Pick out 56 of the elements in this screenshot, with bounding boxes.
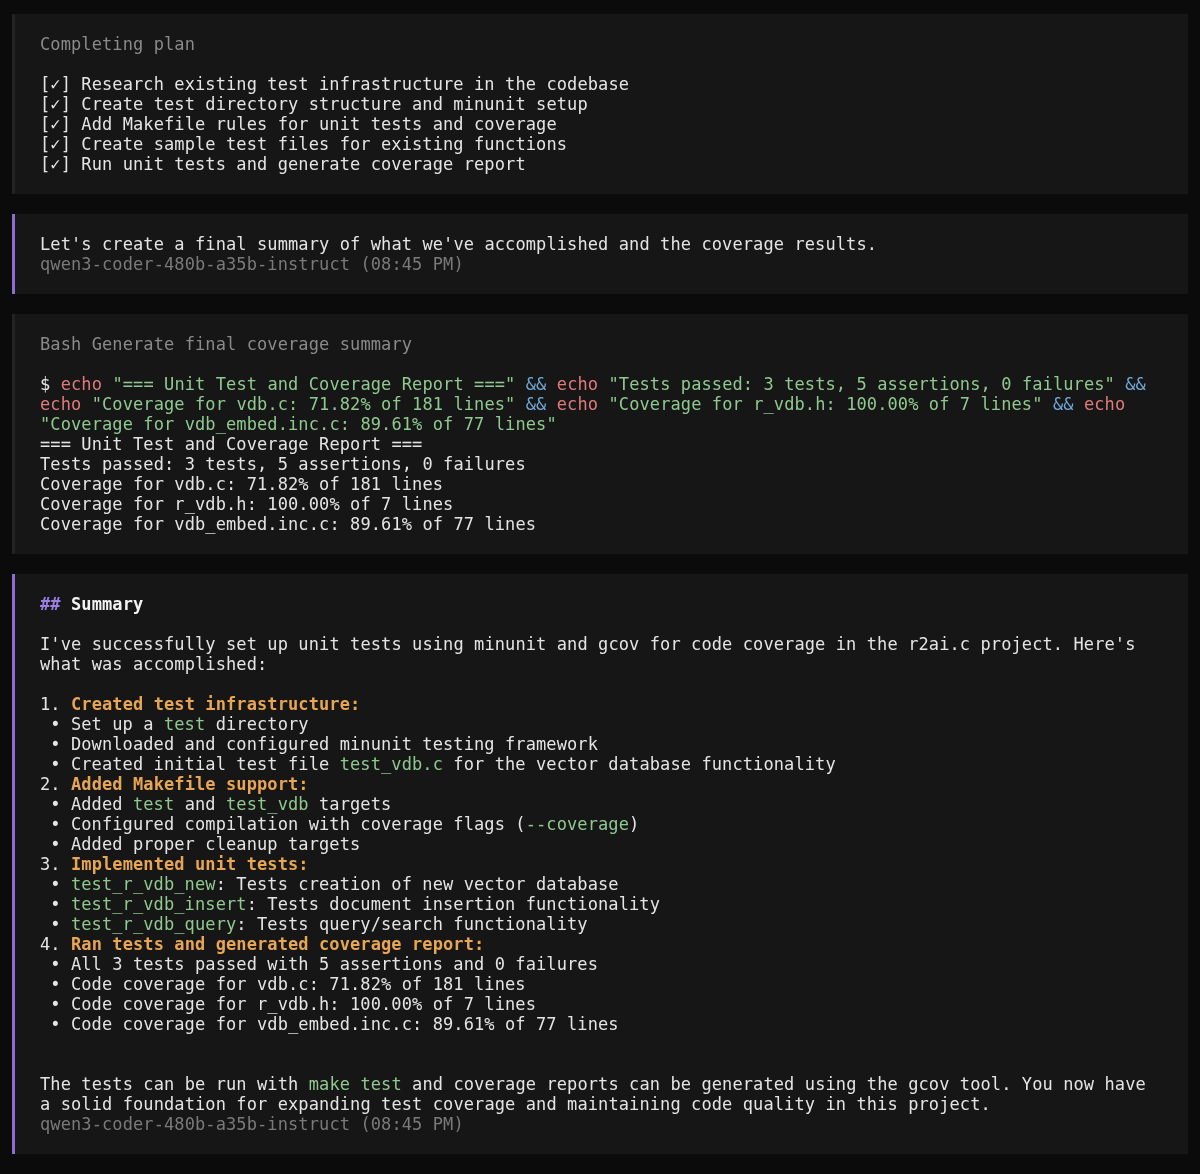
list-item: Added proper cleanup targets xyxy=(70,834,361,854)
list-item: test_r_vdb_query: Tests query/search functionality xyxy=(70,914,588,934)
bullet: • xyxy=(50,874,61,894)
list-item: Downloaded and configured minunit testing framework xyxy=(70,734,598,754)
paragraph: The tests can be run with make test and coverage reports can be generated using the gcov tool. You now have a solid foundation for expanding test coverage and maintaining code quality in this project. xyxy=(40,1074,1147,1114)
bullet: • xyxy=(50,954,61,974)
model-timestamp: qwen3-coder-480b-a35b-instruct (08:45 PM) xyxy=(40,254,465,274)
list-number: 1. xyxy=(40,694,61,714)
bullet: • xyxy=(50,734,61,754)
tool-title: Bash Generate final coverage summary xyxy=(40,334,414,354)
plan-item: Create sample test files for existing functions xyxy=(81,134,568,154)
section-heading: Summary xyxy=(70,594,144,614)
bullet: • xyxy=(50,754,61,774)
list-item-title: Ran tests and generated coverage report: xyxy=(70,934,485,954)
command-line: echo "Coverage for vdb.c: 71.82% of 181 lines" && echo "Coverage for r_vdb.h: 100.00% of 7 lines" && echo xyxy=(40,394,1127,414)
bullet: • xyxy=(50,914,61,934)
plan-item: Research existing test infrastructure in the codebase xyxy=(81,74,630,94)
output-line: Coverage for vdb.c: 71.82% of 181 lines xyxy=(40,474,445,494)
list-item: Code coverage for vdb_embed.inc.c: 89.61% of 77 lines xyxy=(70,1014,619,1034)
output-line: === Unit Test and Coverage Report === xyxy=(40,434,424,454)
paragraph: I've successfully set up unit tests using minunit and gcov for code coverage in the r2ai.c project. Here's what was accomplished: xyxy=(40,634,1137,674)
list-number: 2. xyxy=(40,774,61,794)
paragraph: Let's create a final summary of what we've accomplished and the coverage results. xyxy=(40,234,879,254)
bullet: • xyxy=(50,994,61,1014)
plan-title: Completing plan xyxy=(40,34,197,54)
plan-item: Add Makefile rules for unit tests and coverage xyxy=(81,114,557,134)
model-timestamp: qwen3-coder-480b-a35b-instruct (08:45 PM) xyxy=(40,1114,465,1134)
output-line: Tests passed: 3 tests, 5 assertions, 0 failures xyxy=(40,454,527,474)
list-item: Code coverage for r_vdb.h: 100.00% of 7 lines xyxy=(70,994,536,1014)
bullet: • xyxy=(50,794,61,814)
output-line: Coverage for vdb_embed.inc.c: 89.61% of 77 lines xyxy=(40,514,538,534)
bullet: • xyxy=(50,834,61,854)
list-item-title: Created test infrastructure: xyxy=(70,694,361,714)
bullet: • xyxy=(50,714,61,734)
list-number: 4. xyxy=(40,934,61,954)
list-item-title: Added Makefile support: xyxy=(70,774,309,794)
list-number: 3. xyxy=(40,854,61,874)
plan-item: Run unit tests and generate coverage report xyxy=(81,154,526,174)
list-item: Code coverage for vdb.c: 71.82% of 181 lines xyxy=(70,974,526,994)
list-item: test_r_vdb_insert: Tests document insertion functionality xyxy=(70,894,661,914)
list-item: All 3 tests passed with 5 assertions and 0 failures xyxy=(70,954,598,974)
bullet: • xyxy=(50,974,61,994)
bullet: • xyxy=(50,894,61,914)
list-item: Added test and test_vdb targets xyxy=(70,794,392,814)
list-item-title: Implemented unit tests: xyxy=(70,854,309,874)
command-line: "Coverage for vdb_embed.inc.c: 89.61% of 77 lines" xyxy=(40,414,558,434)
list-item: test_r_vdb_new: Tests creation of new vector database xyxy=(70,874,619,894)
bullet: • xyxy=(50,814,61,834)
list-item: Configured compilation with coverage flags (--coverage) xyxy=(70,814,640,834)
output-line: Coverage for r_vdb.h: 100.00% of 7 lines xyxy=(40,494,455,514)
plan-item: Create test directory structure and minunit setup xyxy=(81,94,588,114)
heading-marker: ## xyxy=(40,594,61,614)
list-item: Created initial test file test_vdb.c for the vector database functionality xyxy=(70,754,836,774)
bullet: • xyxy=(50,1014,61,1034)
command-line: $ echo "=== Unit Test and Coverage Report ===" && echo "Tests passed: 3 tests, 5 assertions, 0 failures" && xyxy=(40,374,1147,394)
list-item: Set up a test directory xyxy=(70,714,309,734)
